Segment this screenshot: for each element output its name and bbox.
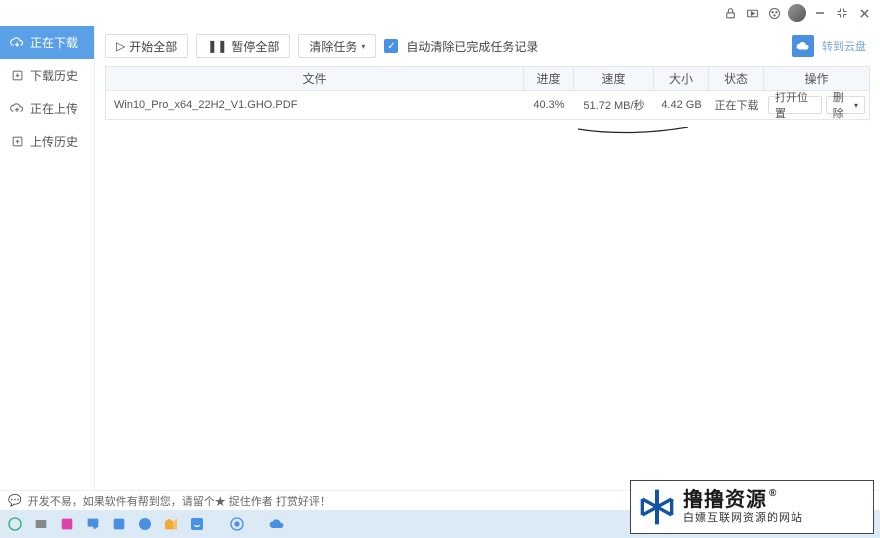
taskbar-item[interactable] [162, 515, 180, 533]
taskbar-item[interactable] [268, 515, 286, 533]
pause-all-button[interactable]: ❚❚暂停全部 [196, 34, 290, 58]
status-text: 开发不易，如果软件有帮到您，请留个★ 捉住作者 打赏好评！ [28, 493, 331, 509]
app-body: 正在下载 下载历史 正在上传 上传历史 ▷开始全部 ❚❚暂停全部 清除任务▾ ✓… [0, 26, 880, 490]
watermark-logo-icon [637, 487, 677, 527]
play-icon: ▷ [116, 39, 125, 53]
taskbar-item[interactable] [58, 515, 76, 533]
open-location-button[interactable]: 打开位置 [768, 96, 822, 114]
th-speed[interactable]: 速度 [574, 67, 654, 90]
clear-tasks-button[interactable]: 清除任务▾ [298, 34, 376, 58]
toolbar: ▷开始全部 ❚❚暂停全部 清除任务▾ ✓ 自动清除已完成任务记录 转到云盘 [105, 34, 870, 58]
taskbar-item[interactable] [136, 515, 154, 533]
start-all-button[interactable]: ▷开始全部 [105, 34, 188, 58]
video-icon[interactable] [744, 5, 760, 21]
lock-icon[interactable] [722, 5, 738, 21]
titlebar [0, 0, 880, 26]
th-file[interactable]: 文件 [106, 67, 524, 90]
watermark-subtitle: 白嫖互联网资源的网站 [683, 512, 803, 525]
registered-icon: ® [769, 488, 777, 500]
watermark-title: 撸撸资源® [683, 488, 803, 512]
sidebar-item-label: 正在下载 [30, 34, 78, 51]
th-size[interactable]: 大小 [654, 67, 709, 90]
th-status[interactable]: 状态 [709, 67, 764, 90]
cloud-icon [792, 35, 814, 57]
skin-icon[interactable] [766, 5, 782, 21]
chevron-down-icon: ▾ [361, 42, 365, 51]
restore-icon[interactable] [834, 5, 850, 21]
cell-progress: 40.3% [524, 99, 574, 111]
avatar[interactable] [788, 4, 806, 22]
cell-file: Win10_Pro_x64_22H2_V1.GHO.PDF [106, 99, 524, 111]
cloud-up-icon [10, 102, 24, 116]
cell-size: 4.42 GB [654, 99, 709, 111]
chevron-down-icon: ▾ [854, 101, 858, 110]
sidebar-item-uploading[interactable]: 正在上传 [0, 92, 94, 125]
list-down-icon [10, 69, 24, 82]
sidebar-item-label: 上传历史 [30, 133, 78, 150]
auto-clear-label: 自动清除已完成任务记录 [406, 38, 538, 55]
taskbar-item[interactable] [6, 515, 24, 533]
taskbar-item[interactable] [32, 515, 50, 533]
watermark: 撸撸资源® 白嫖互联网资源的网站 [630, 480, 874, 534]
th-progress[interactable]: 进度 [524, 67, 574, 90]
taskbar-item[interactable] [84, 515, 102, 533]
auto-clear-checkbox[interactable]: ✓ [384, 39, 398, 53]
taskbar-item[interactable] [188, 515, 206, 533]
taskbar-item[interactable] [110, 515, 128, 533]
download-table: 文件 进度 速度 大小 状态 操作 Win10_Pro_x64_22H2_V1.… [105, 66, 870, 120]
close-icon[interactable] [856, 5, 872, 21]
delete-button[interactable]: 删除▾ [826, 96, 865, 114]
comment-icon: 💬 [8, 494, 22, 507]
list-up-icon [10, 135, 24, 148]
sidebar-item-upload-history[interactable]: 上传历史 [0, 125, 94, 158]
pause-icon: ❚❚ [207, 39, 227, 53]
sidebar-item-label: 正在上传 [30, 100, 78, 117]
cell-ops: 打开位置 删除▾ [764, 96, 869, 114]
sidebar-item-downloading[interactable]: 正在下载 [0, 26, 94, 59]
cell-speed: 51.72 MB/秒 [574, 97, 654, 113]
taskbar-item[interactable] [228, 515, 246, 533]
sidebar-item-label: 下载历史 [30, 67, 78, 84]
table-row[interactable]: Win10_Pro_x64_22H2_V1.GHO.PDF 40.3% 51.7… [106, 91, 869, 119]
minimize-icon[interactable] [812, 5, 828, 21]
th-ops[interactable]: 操作 [764, 67, 869, 90]
cell-status: 正在下载 [709, 97, 764, 113]
sidebar: 正在下载 下载历史 正在上传 上传历史 [0, 26, 95, 490]
cloud-down-icon [10, 36, 24, 50]
table-header: 文件 进度 速度 大小 状态 操作 [106, 67, 869, 91]
sidebar-item-download-history[interactable]: 下载历史 [0, 59, 94, 92]
goto-cloud-button[interactable]: 转到云盘 [792, 35, 870, 57]
main: ▷开始全部 ❚❚暂停全部 清除任务▾ ✓ 自动清除已完成任务记录 转到云盘 文件… [95, 26, 880, 490]
